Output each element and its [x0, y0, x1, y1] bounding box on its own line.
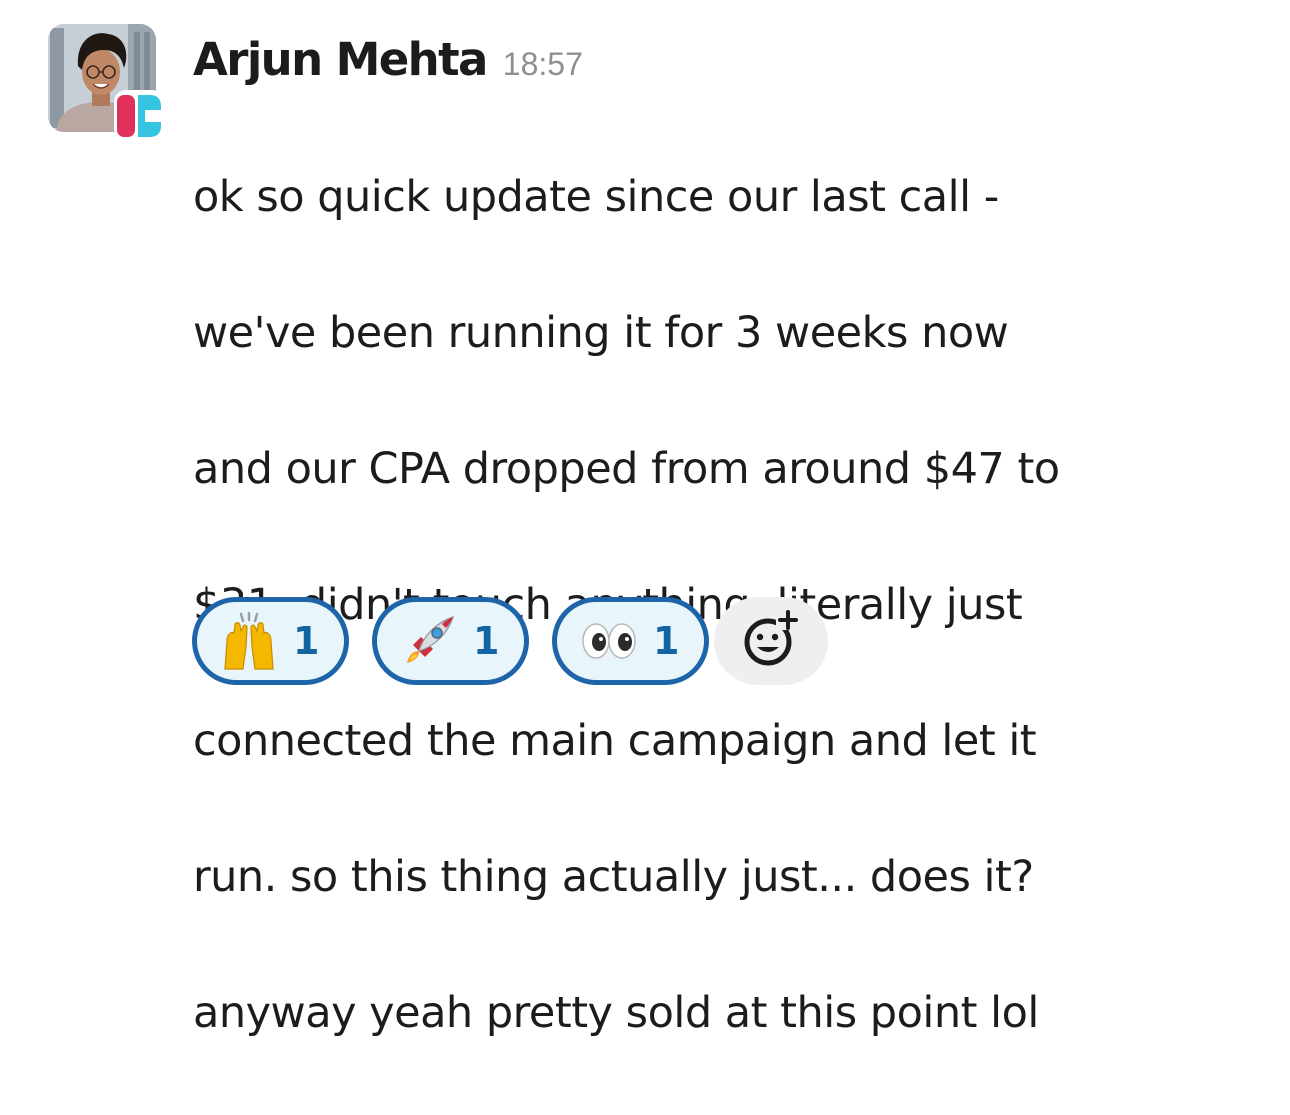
- message-header: Arjun Mehta 18:57: [193, 28, 1263, 92]
- reaction-rocket[interactable]: 1: [372, 597, 529, 685]
- reaction-count: 1: [473, 619, 500, 663]
- reaction-count: 1: [293, 619, 320, 663]
- rocket-icon: [399, 611, 459, 671]
- app-logo-icon: [117, 95, 161, 137]
- add-reaction-smiley-icon: [742, 609, 800, 673]
- reaction-raising-hands[interactable]: 1: [192, 597, 349, 685]
- add-reaction-button[interactable]: [714, 597, 828, 685]
- avatar-wrap: [48, 24, 164, 140]
- eyes-icon: [579, 611, 639, 671]
- app-badge: [114, 90, 164, 140]
- message-line: ok so quick update since our last call -: [193, 172, 999, 222]
- message-line: connected the main campaign and let it: [193, 716, 1037, 766]
- message-line: anyway yeah pretty sold at this point lo…: [193, 988, 1039, 1038]
- author-name[interactable]: Arjun Mehta: [193, 28, 488, 92]
- raising-hands-icon: [219, 611, 279, 671]
- message-line: we've been running it for 3 weeks now: [193, 308, 1009, 358]
- reaction-count: 1: [653, 619, 680, 663]
- message-line: run. so this thing actually just... does…: [193, 852, 1034, 902]
- message-line: and our CPA dropped from around $47 to: [193, 444, 1060, 494]
- message: Arjun Mehta 18:57 ok so quick update sin…: [0, 0, 1290, 1038]
- reactions-bar: 1 1 1: [192, 597, 828, 685]
- reaction-eyes[interactable]: 1: [552, 597, 709, 685]
- message-timestamp[interactable]: 18:57: [503, 32, 583, 96]
- message-content: Arjun Mehta 18:57 ok so quick update sin…: [193, 28, 1263, 1115]
